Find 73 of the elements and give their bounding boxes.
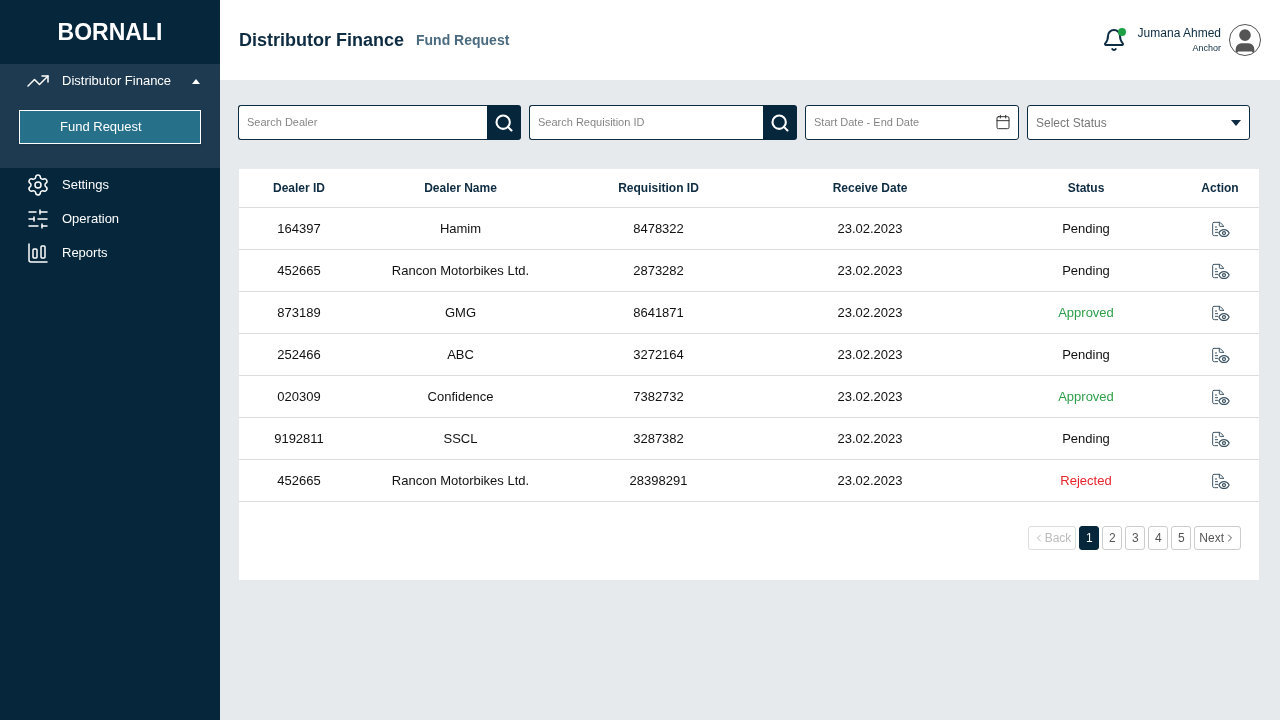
table-cell-text: 452665 [276,471,322,490]
page-button[interactable]: 2 [1102,526,1123,550]
sidebar-item[interactable]: Settings [0,168,220,202]
table-cell-text: 9192811 [273,429,325,448]
table-cell-text: 164397 [276,219,322,238]
table-cell-text: 23.02.2023 [836,261,904,280]
search-field[interactable]: Search Dealer [238,105,487,140]
column-header: Dealer ID [272,180,326,197]
avatar[interactable] [1229,24,1261,56]
table-cell-text: SSCL [442,429,479,448]
table-cell-text: 23.02.2023 [836,345,904,364]
table-cell-text: 252466 [276,345,322,364]
status-text: Rejected [1059,471,1113,490]
sidebar-item[interactable]: Reports [0,236,220,270]
next-button[interactable]: Next [1194,526,1241,550]
page-button[interactable]: 5 [1171,526,1192,550]
table-cell-text: 020309 [276,387,322,406]
table-cell-text: 23.02.2023 [836,429,904,448]
calendar-icon [995,114,1011,130]
page-title: Distributor Finance [239,28,404,52]
search-icon [494,112,514,133]
sidebar-item-icon [26,207,50,231]
sidebar-item[interactable]: Operation [0,202,220,236]
caret-icon [192,78,200,84]
sidebar-subitem[interactable]: Fund Request [19,110,201,144]
table-cell-text: 2873282 [632,261,685,280]
status-text: Pending [1061,345,1111,364]
column-header: Dealer Name [423,180,498,197]
table-cell-text: 3272164 [632,345,685,364]
sidebar-item-icon [26,241,50,265]
page-button[interactable]: 4 [1148,526,1169,550]
status-text: Approved [1057,387,1115,406]
sidebar-item-icon [26,173,50,197]
table-cell-text: 23.02.2023 [836,303,904,322]
search-button[interactable] [763,105,797,140]
table-cell-text: ABC [446,345,475,364]
table-cell-text: 7382732 [632,387,685,406]
page-button[interactable]: 3 [1125,526,1146,550]
table-cell-text: Rancon Motorbikes Ltd. [390,261,531,280]
table-cell-text: 8478322 [632,219,685,238]
notification-button[interactable] [1101,28,1126,52]
caret-icon [1231,119,1241,126]
column-header: Requisition ID [617,180,700,197]
table-cell-text: 8641871 [632,303,685,322]
table-cell-text: 3287382 [632,429,685,448]
user-name: Jumana Ahmed [1137,25,1221,43]
status-text: Pending [1061,219,1111,238]
column-header: Status [1066,180,1106,197]
table-cell-text: Hamim [438,219,483,238]
status-text: Pending [1061,261,1111,280]
column-header: Action [1200,180,1240,197]
page-button[interactable]: 1 [1079,526,1100,550]
column-header: Receive Date [831,180,909,197]
search-field[interactable]: Search Requisition ID [529,105,763,140]
table-cell-text: GMG [443,303,478,322]
search-button[interactable] [487,105,521,140]
table-cell-text: 23.02.2023 [836,471,904,490]
status-text: Approved [1057,303,1115,322]
table-cell-text: 28398291 [628,471,689,490]
table-cell-text: 23.02.2023 [836,219,904,238]
user-role: Anchor [1192,42,1221,56]
date-range-field[interactable]: Start Date - End Date [805,105,1019,140]
table-cell-text: 23.02.2023 [836,387,904,406]
brand-logo: BORNALI [57,17,163,47]
status-select[interactable]: Select Status [1027,105,1250,140]
page-subtitle: Fund Request [416,30,510,50]
table-cell-text: Rancon Motorbikes Ltd. [390,471,531,490]
table-cell-text: 452665 [276,261,322,280]
status-text: Pending [1061,429,1111,448]
table-cell-text: Confidence [426,387,495,406]
search-icon [770,112,790,133]
table-cell-text: 873189 [276,303,322,322]
sidebar-item[interactable]: Distributor Finance [0,64,220,98]
